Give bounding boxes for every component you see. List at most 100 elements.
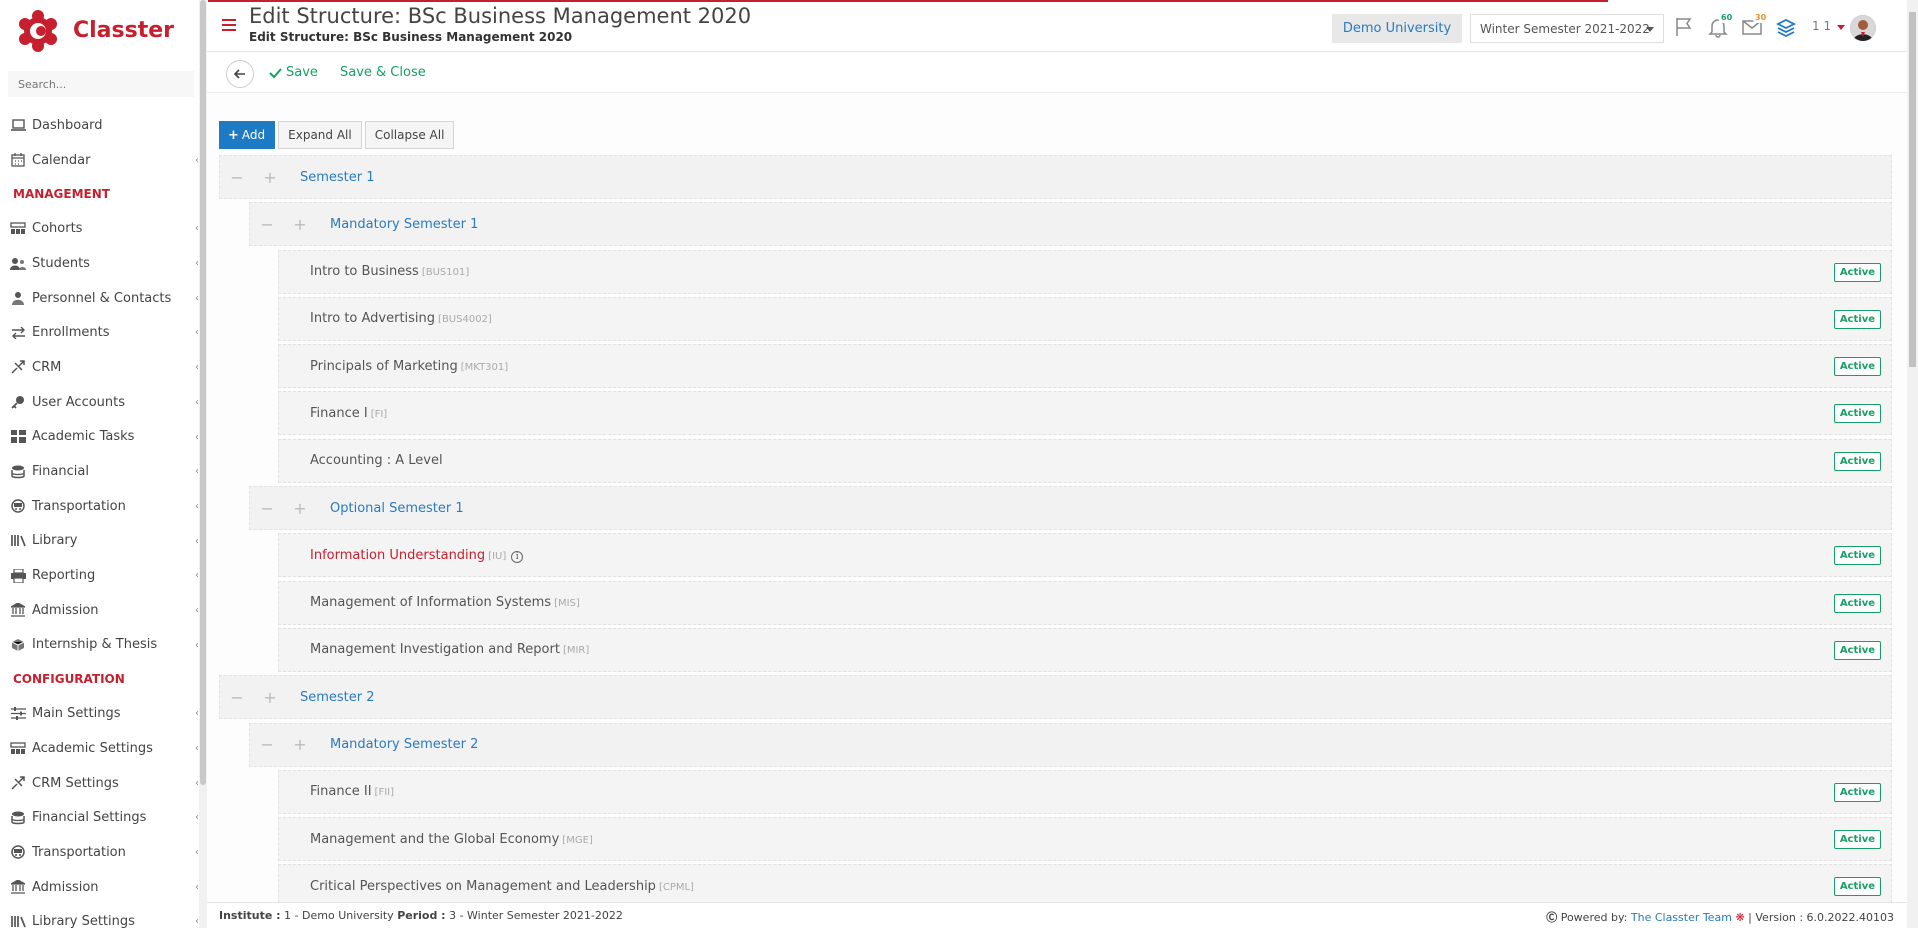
classter-logo-icon[interactable] — [18, 9, 58, 53]
top-progress-bar — [208, 0, 1608, 2]
footer-powered: Ⓒ Powered by: The Classter Team ❋ | Vers… — [1546, 909, 1894, 925]
collapse-minus-icon[interactable]: − — [260, 215, 274, 234]
structure-group-name[interactable]: Mandatory Semester 2 — [330, 737, 478, 752]
status-badge: Active — [1833, 357, 1881, 377]
sidebar-item-transportation[interactable]: Transportation ‹ — [0, 489, 199, 524]
period-select[interactable]: Winter Semester 2021-2022 — [1470, 14, 1664, 43]
sidebar-item-label: Academic Settings — [32, 740, 153, 756]
expand-plus-icon[interactable]: + — [293, 215, 307, 234]
sidebar-item-crm[interactable]: CRM ‹ — [0, 350, 199, 385]
institution-button[interactable]: Demo University — [1332, 14, 1462, 43]
personnel-icon — [9, 289, 27, 307]
sidebar-item-personnel-contacts[interactable]: Personnel & Contacts ‹ — [0, 281, 199, 316]
user-caret-icon[interactable] — [1837, 25, 1845, 30]
sidebar-scrollbar[interactable] — [199, 0, 207, 928]
bus-icon — [9, 497, 27, 515]
collapse-minus-icon[interactable]: − — [230, 688, 244, 707]
course-title: Intro to Advertising [BUS4002] — [279, 311, 492, 326]
status-badge: Active — [1833, 830, 1881, 850]
sidebar-item-financial[interactable]: Financial ‹ — [0, 454, 199, 489]
footer-context: Institute : 1 - Demo University Period :… — [219, 909, 623, 922]
expand-all-button[interactable]: Expand All — [278, 121, 362, 149]
user-avatar[interactable] — [1850, 15, 1876, 41]
structure-group-name[interactable]: Optional Semester 1 — [330, 501, 464, 516]
course-row: Intro to Advertising [BUS4002] Active — [278, 296, 1892, 341]
sidebar-item-enrollments[interactable]: Enrollments ‹ — [0, 315, 199, 350]
page-subtitle: Edit Structure: BSc Business Management … — [249, 30, 573, 44]
expand-plus-icon[interactable]: + — [263, 168, 277, 187]
course-code: [MKT301] — [460, 361, 509, 373]
user-counter[interactable]: 1 1 — [1812, 19, 1831, 33]
expand-plus-icon[interactable]: + — [293, 735, 307, 754]
expand-plus-icon[interactable]: + — [293, 499, 307, 518]
sidebar-item-cohorts[interactable]: Cohorts ‹ — [0, 211, 199, 246]
course-name: Accounting : A Level — [310, 453, 443, 469]
bell-icon[interactable]: 60 — [1707, 12, 1736, 38]
course-name: Management of Information Systems — [310, 595, 552, 611]
layers-icon[interactable] — [1775, 16, 1797, 38]
sidebar-item-academic-settings[interactable]: Academic Settings ‹ — [0, 731, 199, 766]
collapse-minus-icon[interactable]: − — [260, 499, 274, 518]
sidebar-item-library-settings[interactable]: Library Settings ‹ — [0, 904, 199, 939]
structure-group-name[interactable]: Semester 1 — [300, 170, 375, 185]
sidebar-scrollbar-thumb[interactable] — [200, 0, 206, 785]
sidebar-item-crm-settings[interactable]: CRM Settings ‹ — [0, 766, 199, 801]
sidebar-item-admission[interactable]: Admission ‹ — [0, 870, 199, 905]
sidebar-item-label: Cohorts — [32, 221, 83, 237]
sidebar-item-library[interactable]: Library ‹ — [0, 524, 199, 559]
classter-team-link[interactable]: The Classter Team — [1631, 911, 1732, 924]
structure-group-name[interactable]: Semester 2 — [300, 690, 375, 705]
collapse-minus-icon[interactable]: − — [260, 735, 274, 754]
sidebar-item-academic-tasks[interactable]: Academic Tasks ‹ — [0, 420, 199, 455]
calendar-icon — [9, 151, 27, 169]
info-icon[interactable]: i — [511, 550, 524, 563]
sidebar-item-user-accounts[interactable]: User Accounts ‹ — [0, 385, 199, 420]
sidebar-item-label: Internship & Thesis — [32, 637, 158, 653]
sidebar-item-label: Transportation — [32, 498, 126, 514]
sidebar-item-financial-settings[interactable]: Financial Settings ‹ — [0, 800, 199, 835]
course-row: Principals of Marketing [MKT301] Active — [278, 344, 1892, 389]
save-close-button[interactable]: Save & Close — [340, 65, 426, 80]
check-icon — [269, 67, 282, 78]
structure-group-name[interactable]: Mandatory Semester 1 — [330, 217, 478, 232]
sidebar-item-dashboard[interactable]: Dashboard — [0, 108, 199, 143]
sidebar-item-students[interactable]: Students ‹ — [0, 246, 199, 281]
sidebar-item-label: Library — [32, 533, 78, 549]
sidebar-item-admission[interactable]: Admission ‹ — [0, 593, 199, 628]
notifications-badge: 60 — [1718, 12, 1736, 23]
sidebar-item-main-settings[interactable]: Main Settings ‹ — [0, 696, 199, 731]
sidebar-item-calendar[interactable]: Calendar ‹ — [0, 143, 199, 178]
structure-group-row: − + Mandatory Semester 2 — [249, 722, 1892, 767]
course-name: Management and the Global Economy — [310, 831, 560, 847]
sidebar-item-label: Transportation — [32, 844, 126, 860]
collapse-minus-icon[interactable]: − — [230, 168, 244, 187]
save-button[interactable]: Save — [269, 65, 318, 80]
status-badge: Active — [1833, 593, 1881, 613]
main-content: + Add Expand All Collapse All − + Semester… — [207, 94, 1907, 909]
structure-group-row: − + Semester 1 — [219, 155, 1892, 199]
cohorts-icon — [9, 739, 27, 757]
course-row: Information Understanding [IU] i Active — [278, 533, 1892, 578]
add-button-label: Add — [241, 128, 266, 142]
expand-plus-icon[interactable]: + — [263, 688, 277, 707]
collapse-all-button[interactable]: Collapse All — [364, 121, 455, 149]
flag-icon[interactable] — [1673, 16, 1695, 38]
course-row: Intro to Business [BUS101] Active — [278, 249, 1892, 294]
course-code: [CPML] — [658, 881, 694, 893]
add-button[interactable]: + Add — [219, 121, 276, 149]
back-button[interactable] — [226, 60, 254, 88]
coins-icon — [9, 809, 27, 827]
sidebar-search-input[interactable] — [8, 71, 194, 97]
page-scrollbar[interactable] — [1907, 0, 1918, 928]
page-scrollbar-thumb[interactable] — [1909, 12, 1916, 367]
key-icon — [9, 393, 27, 411]
sidebar-item-reporting[interactable]: Reporting ‹ — [0, 558, 199, 593]
sidebar-item-internship-thesis[interactable]: Internship & Thesis ‹ — [0, 628, 199, 663]
sidebar-menu: Dashboard Calendar ‹ MANAGEMENT Cohorts ‹ Stud… — [0, 108, 199, 939]
sidebar-item-label: Financial Settings — [32, 810, 147, 826]
hamburger-menu-icon[interactable] — [222, 19, 236, 31]
bank-icon — [9, 878, 27, 896]
envelope-icon[interactable]: 30 — [1741, 12, 1770, 38]
sidebar-item-transportation[interactable]: Transportation ‹ — [0, 835, 199, 870]
status-badge: Active — [1833, 262, 1881, 282]
